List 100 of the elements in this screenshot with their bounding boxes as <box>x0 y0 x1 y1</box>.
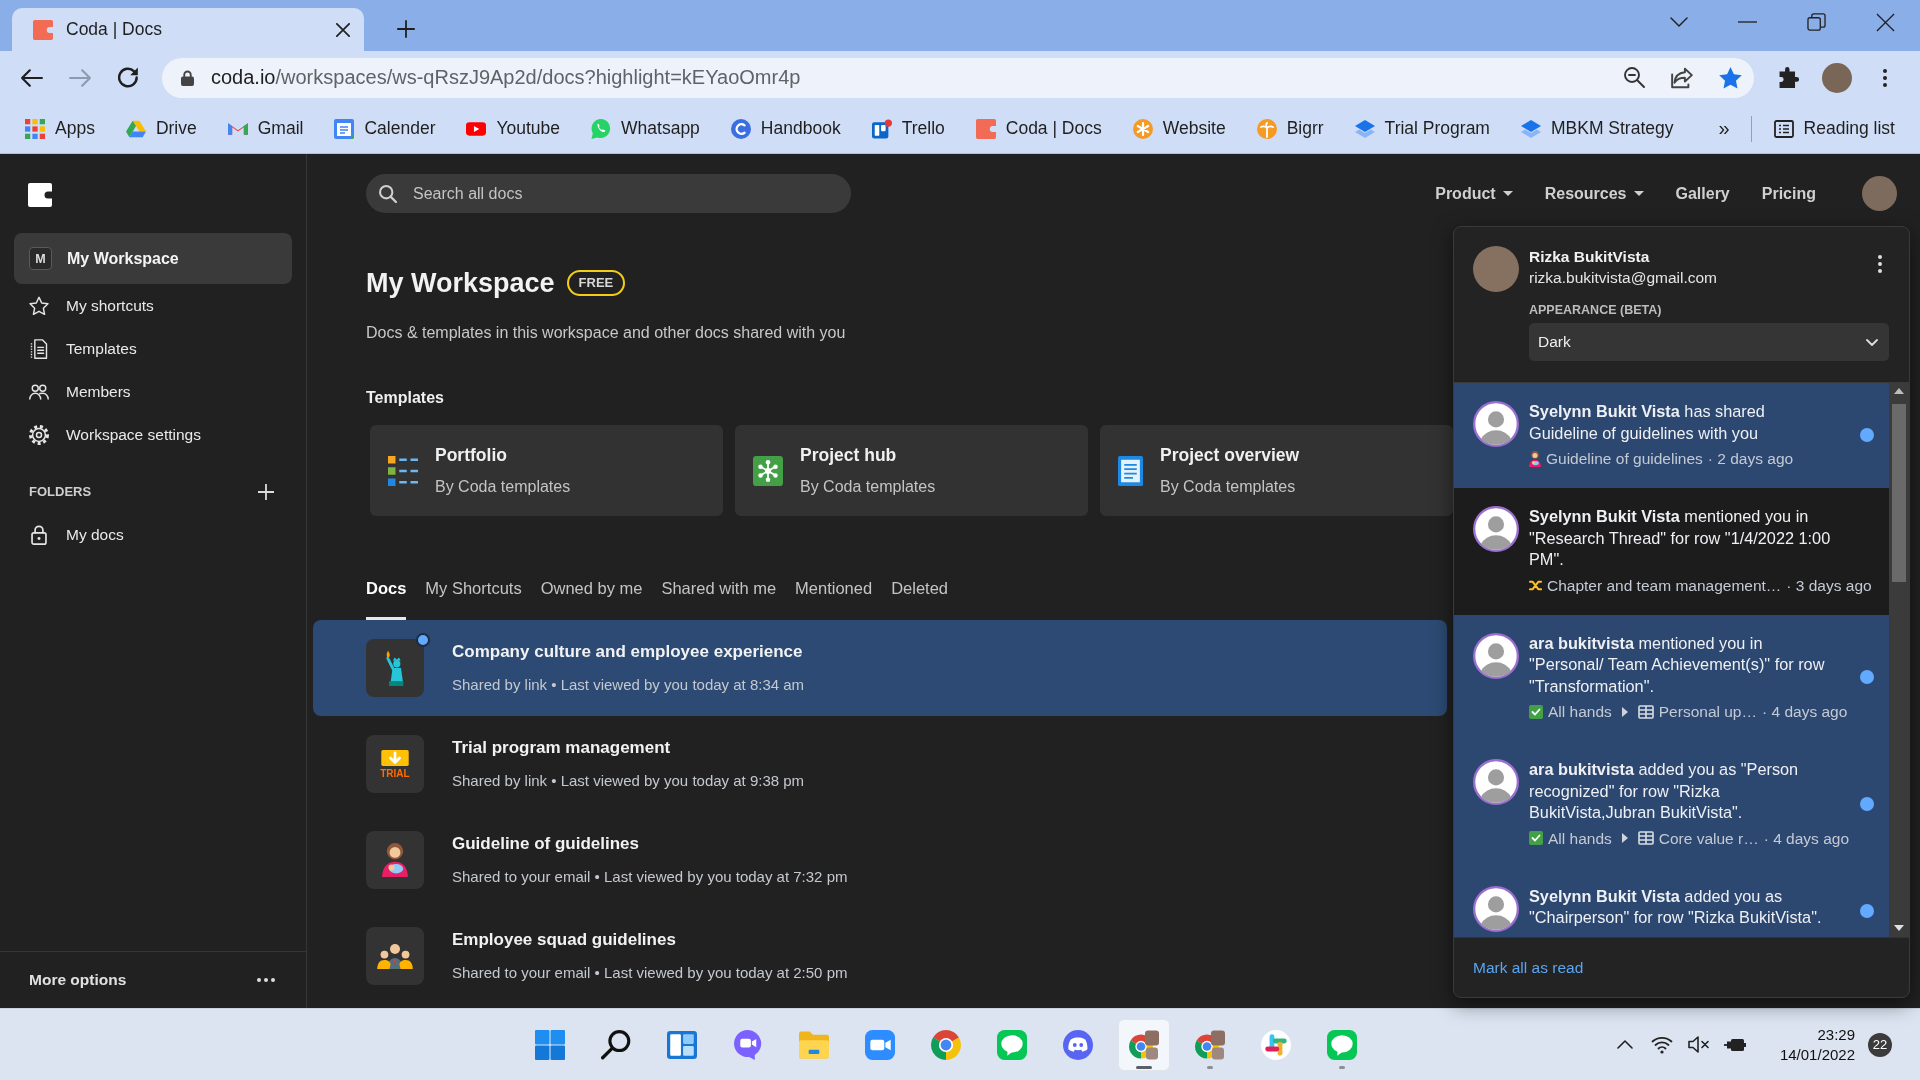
chevron-up-icon[interactable] <box>1616 1040 1633 1049</box>
doc-row[interactable]: Guideline of guidelines Shared to your email • Last viewed by you today at 7:32 pm <box>313 812 1447 908</box>
bookmark[interactable]: Gmail <box>216 112 315 145</box>
user-avatar-icon <box>1473 885 1519 932</box>
scrollbar[interactable] <box>1889 383 1909 937</box>
bookmark[interactable]: Website <box>1121 112 1237 145</box>
sidebar-item[interactable]: Templates <box>14 327 292 370</box>
wifi-icon[interactable] <box>1650 1035 1673 1054</box>
bookmark[interactable]: Bigrr <box>1245 112 1335 145</box>
notification-item[interactable]: ara bukitvista mentioned you in "Personal/ Team Achievement(s)" for row "Transformation". All hands Personal up… · 4 days ago <box>1454 614 1889 741</box>
search-field[interactable]: Search all docs <box>366 174 851 213</box>
search-icon <box>601 1029 631 1060</box>
doc-title: Trial program management <box>452 737 671 759</box>
bookmark[interactable]: Coda | Docs <box>964 112 1113 145</box>
profile-photo[interactable] <box>1862 176 1897 211</box>
sidebar-item[interactable]: Workspace settings <box>14 413 292 456</box>
template-card[interactable]: Project overview By Coda templates <box>1100 425 1453 516</box>
apps-grid-icon <box>25 118 45 139</box>
mark-all-read-link[interactable]: Mark all as read <box>1473 958 1584 977</box>
slack-icon <box>1261 1029 1291 1060</box>
bookmark[interactable]: Youtube <box>455 112 572 145</box>
nav-menu-button[interactable]: Product <box>1435 184 1513 203</box>
nav-menu-button[interactable]: Resources <box>1544 184 1644 203</box>
doc-row[interactable]: Company culture and employee experience Shared by link • Last viewed by you today at 8:34 am <box>313 620 1447 716</box>
breadcrumb-link[interactable]: All hands <box>1548 701 1612 722</box>
more-bookmarks-button[interactable]: » <box>1708 112 1740 145</box>
address-bar[interactable]: coda.io/workspaces/ws-qRszJ9Ap2d/docs?highlight=kEYaoOmr4p <box>162 57 1754 98</box>
template-card[interactable]: Portfolio By Coda templates <box>370 425 723 516</box>
nav-link[interactable]: Pricing <box>1761 184 1816 203</box>
battery-charging-icon[interactable] <box>1723 1037 1746 1052</box>
workspace-initial: M <box>29 247 52 270</box>
appearance-dropdown[interactable]: Dark <box>1529 323 1889 361</box>
breadcrumb-link[interactable]: Personal up… <box>1658 701 1757 722</box>
more-vertical-icon[interactable] <box>1883 68 1887 87</box>
chevron-down-icon <box>1866 338 1878 346</box>
scroll-down-arrow-icon[interactable] <box>1894 925 1904 931</box>
breadcrumb-link[interactable]: Guideline of guidelines <box>1546 448 1703 469</box>
puzzle-piece-icon[interactable] <box>1778 67 1800 88</box>
more-vertical-icon[interactable] <box>1878 255 1882 273</box>
zoom-out-icon[interactable] <box>1624 67 1645 88</box>
sidebar-item[interactable]: My shortcuts <box>14 284 292 327</box>
chat-bubble-icon <box>997 1029 1027 1060</box>
restore-icon[interactable] <box>1807 13 1826 31</box>
sidebar-item[interactable]: Members <box>14 370 292 413</box>
bookmark[interactable]: Trello <box>860 112 956 145</box>
tab[interactable]: Mentioned <box>795 565 873 620</box>
notification-item[interactable]: ara bukitvista added you as "Person recognized" for row "Rizka BukitVista,Jubran BukitVista". All hands Core value r… · 4 days ago <box>1454 741 1889 868</box>
breadcrumb-link[interactable]: All hands <box>1548 827 1612 849</box>
bookmark[interactable]: Apps <box>14 112 106 145</box>
reading-list-button[interactable]: Reading list <box>1762 112 1906 145</box>
bookmark[interactable]: Drive <box>114 112 208 145</box>
chevron-down-icon[interactable] <box>1669 17 1688 27</box>
lock-icon <box>29 524 49 545</box>
calendar-icon <box>334 118 355 139</box>
scrollbar-thumb[interactable] <box>1892 404 1906 582</box>
profile-photo[interactable] <box>1822 62 1852 93</box>
bookmark[interactable]: MBKM Strategy <box>1509 112 1685 145</box>
volume-muted-icon[interactable] <box>1687 1036 1709 1053</box>
whatsapp-icon <box>591 118 612 139</box>
tab[interactable]: Shared with me <box>661 565 777 620</box>
doc-row[interactable]: Employee squad guidelines Shared to your email • Last viewed by you today at 2:50 pm <box>313 908 1447 1004</box>
close-icon[interactable] <box>1876 12 1895 32</box>
clock-date[interactable]: 14/01/2022 <box>1779 1044 1855 1065</box>
notification-item[interactable]: Syelynn Bukit Vista has shared Guideline of guidelines with you Guideline of guidelines · 2 days ago <box>1454 383 1889 488</box>
browser-tab[interactable]: Coda | Docs <box>12 8 364 51</box>
nav-link[interactable]: Gallery <box>1675 184 1730 203</box>
page-title: My Workspace <box>366 267 555 300</box>
notification-item[interactable]: Syelynn Bukit Vista mentioned you in "Research Thread" for row "1/4/2022 1:00 PM". Chapter and team management… · 3 days ago <box>1454 488 1889 615</box>
more-icon[interactable] <box>257 978 275 982</box>
doc-details: Shared by link • Last viewed by you today at 8:34 am <box>452 675 805 695</box>
person-holding-baby-icon <box>366 831 424 889</box>
profile-photo <box>1473 246 1519 292</box>
close-icon[interactable] <box>336 22 350 37</box>
tab[interactable]: My Shortcuts <box>425 565 522 620</box>
doc-row[interactable]: TRIAL Trial program management Shared by link • Last viewed by you today at 9:38 pm <box>313 716 1447 812</box>
breadcrumb-link[interactable]: Chapter and team management… <box>1547 574 1782 596</box>
reload-icon[interactable] <box>117 67 139 88</box>
scroll-up-arrow-icon[interactable] <box>1894 388 1904 394</box>
sidebar-item[interactable]: My docs <box>14 513 292 556</box>
url-text: coda.io/workspaces/ws-qRszJ9Ap2d/docs?highlight=kEYaoOmr4p <box>211 66 801 89</box>
notification-item[interactable]: Syelynn Bukit Vista added you as "Chairperson" for row "Rizka BukitVista". <box>1454 867 1889 937</box>
bookmark[interactable]: Calender <box>323 112 447 145</box>
card-byline: By Coda templates <box>435 477 571 497</box>
notification-count[interactable]: 22 <box>1868 1032 1892 1057</box>
clock-time[interactable]: 23:29 <box>1817 1024 1855 1045</box>
plus-icon[interactable] <box>397 19 415 38</box>
bookmark[interactable]: Whatsapp <box>580 112 711 145</box>
more-options-button[interactable]: More options <box>29 971 127 989</box>
workspace-item[interactable]: M My Workspace <box>14 233 292 284</box>
bookmark[interactable]: Handbook <box>719 112 852 145</box>
tab[interactable]: Deleted <box>891 565 948 620</box>
bookmark[interactable]: Trial Program <box>1343 112 1501 145</box>
user-email: rizka.bukitvista@gmail.com <box>1529 268 1717 288</box>
bookmark-star-icon[interactable] <box>1719 66 1742 89</box>
back-icon[interactable] <box>21 68 43 87</box>
share-icon[interactable] <box>1671 66 1693 89</box>
breadcrumb-link[interactable]: Core value r… <box>1658 827 1759 849</box>
template-card[interactable]: Project hub By Coda templates <box>735 425 1088 516</box>
user-avatar-icon <box>1473 506 1519 552</box>
tab[interactable]: Owned by me <box>540 565 643 620</box>
